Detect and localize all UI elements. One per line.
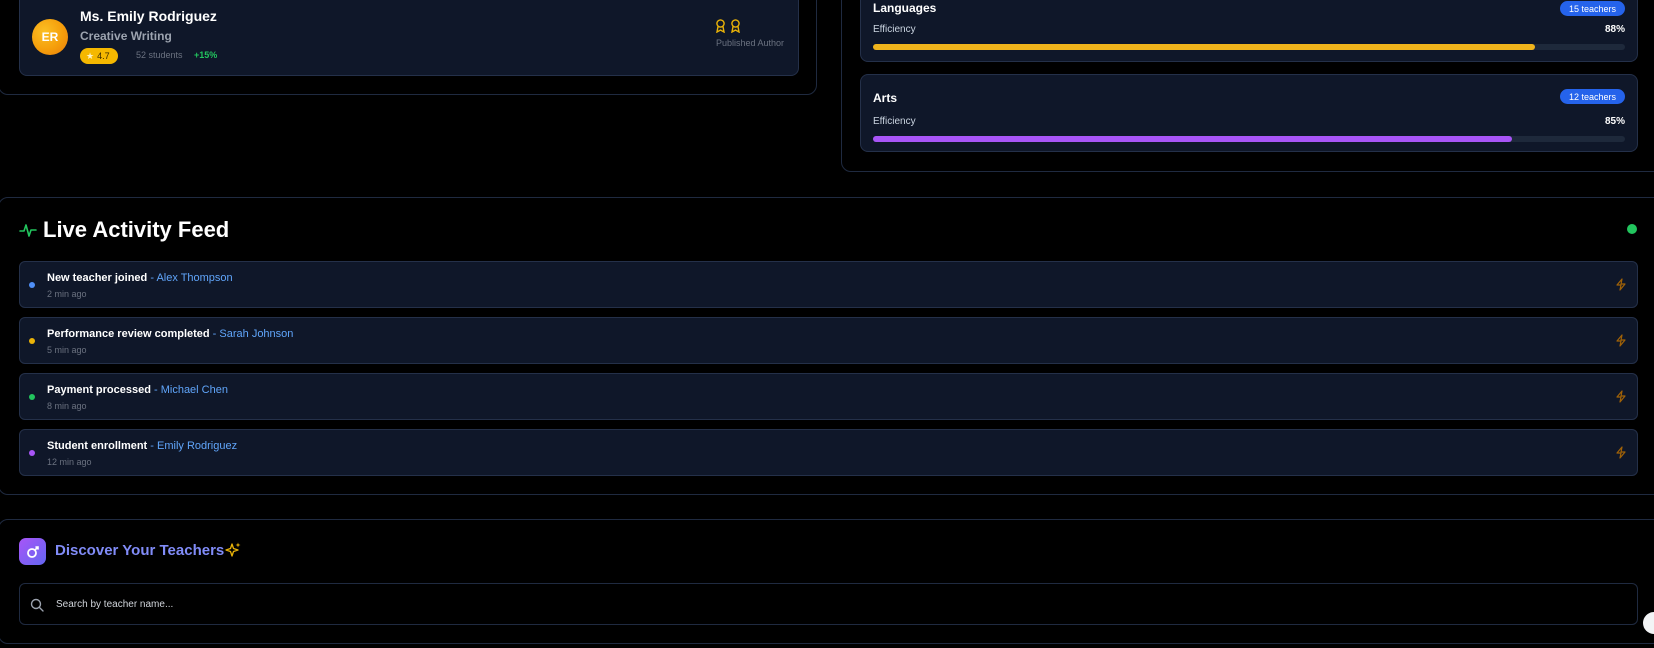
- growth-indicator: +15%: [194, 50, 218, 60]
- activity-person-link[interactable]: Michael Chen: [161, 384, 228, 396]
- efficiency-bar-fill: [873, 44, 1535, 50]
- rating-value: 4.7: [97, 51, 110, 61]
- discover-logo-icon: [19, 538, 46, 565]
- activity-sep: -: [150, 384, 161, 396]
- activity-action: New teacher joined: [47, 272, 148, 284]
- activity-time: 5 min ago: [47, 345, 87, 355]
- bolt-icon: [1616, 334, 1626, 347]
- activity-item[interactable]: Student enrollment - Emily Rodriguez 12 …: [19, 429, 1638, 476]
- efficiency-bar: [873, 136, 1625, 142]
- activity-person-link[interactable]: Sarah Johnson: [219, 328, 293, 340]
- activity-item[interactable]: New teacher joined - Alex Thompson 2 min…: [19, 261, 1638, 308]
- activity-text: Performance review completed - Sarah Joh…: [47, 328, 293, 340]
- bolt-icon: [1616, 278, 1626, 291]
- activity-dot: [29, 338, 35, 344]
- efficiency-label: Efficiency: [873, 116, 916, 127]
- subject-card-arts[interactable]: Arts 12 teachers Efficiency 85%: [860, 74, 1638, 152]
- discover-title: Discover Your Teachers: [55, 542, 225, 559]
- teacher-card[interactable]: ER Ms. Emily Rodriguez Creative Writing …: [19, 0, 799, 76]
- activity-time: 8 min ago: [47, 401, 87, 411]
- award-icon: [716, 19, 725, 33]
- student-count: 52 students: [136, 50, 183, 60]
- activity-action: Payment processed: [47, 384, 151, 396]
- activity-sep: -: [209, 328, 220, 340]
- efficiency-bar-fill: [873, 136, 1513, 142]
- feed-title: Live Activity Feed: [43, 217, 230, 242]
- star-icon: ★: [86, 50, 95, 61]
- teacher-count-badge: 15 teachers: [1559, 1, 1625, 16]
- efficiency-label: Efficiency: [873, 24, 916, 35]
- teacher-name: Ms. Emily Rodriguez: [80, 8, 217, 24]
- activity-person-link[interactable]: Emily Rodriguez: [157, 440, 237, 452]
- activity-dot: [29, 450, 35, 456]
- teacher-search-box[interactable]: [19, 583, 1638, 625]
- efficiency-percent: 85%: [1604, 116, 1625, 127]
- search-input[interactable]: [56, 594, 1616, 614]
- subject-name: Arts: [873, 91, 898, 105]
- search-icon: [30, 598, 44, 612]
- activity-time: 12 min ago: [47, 457, 92, 467]
- subject-name: Languages: [873, 1, 937, 15]
- activity-sep: -: [147, 440, 158, 452]
- activity-text: Student enrollment - Emily Rodriguez: [47, 440, 237, 452]
- award-icons: [715, 19, 741, 33]
- activity-pulse-icon: [19, 224, 37, 237]
- activity-item[interactable]: Payment processed - Michael Chen 8 min a…: [19, 373, 1638, 420]
- sparkle-icon: [225, 542, 241, 557]
- activity-person-link[interactable]: Alex Thompson: [156, 272, 232, 284]
- live-status-dot: [1627, 224, 1637, 234]
- bolt-icon: [1616, 390, 1626, 403]
- award-icon: [731, 19, 740, 33]
- avatar: ER: [32, 19, 68, 55]
- bolt-icon: [1616, 446, 1626, 459]
- award-label: Published Author: [716, 38, 785, 48]
- activity-action: Student enrollment: [47, 440, 148, 452]
- activity-item[interactable]: Performance review completed - Sarah Joh…: [19, 317, 1638, 364]
- discover-panel: [0, 519, 1654, 644]
- activity-time: 2 min ago: [47, 289, 87, 299]
- activity-text: New teacher joined - Alex Thompson: [47, 272, 233, 284]
- efficiency-bar: [873, 44, 1625, 50]
- efficiency-percent: 88%: [1604, 24, 1625, 35]
- subject-card-languages[interactable]: Languages 15 teachers Efficiency 88%: [860, 0, 1638, 62]
- rating-badge: ★ 4.7: [80, 48, 118, 64]
- activity-action: Performance review completed: [47, 328, 210, 340]
- activity-dot: [29, 282, 35, 288]
- activity-dot: [29, 394, 35, 400]
- activity-text: Payment processed - Michael Chen: [47, 384, 228, 396]
- teacher-count-badge: 12 teachers: [1559, 89, 1625, 104]
- teacher-subject: Creative Writing: [80, 29, 172, 43]
